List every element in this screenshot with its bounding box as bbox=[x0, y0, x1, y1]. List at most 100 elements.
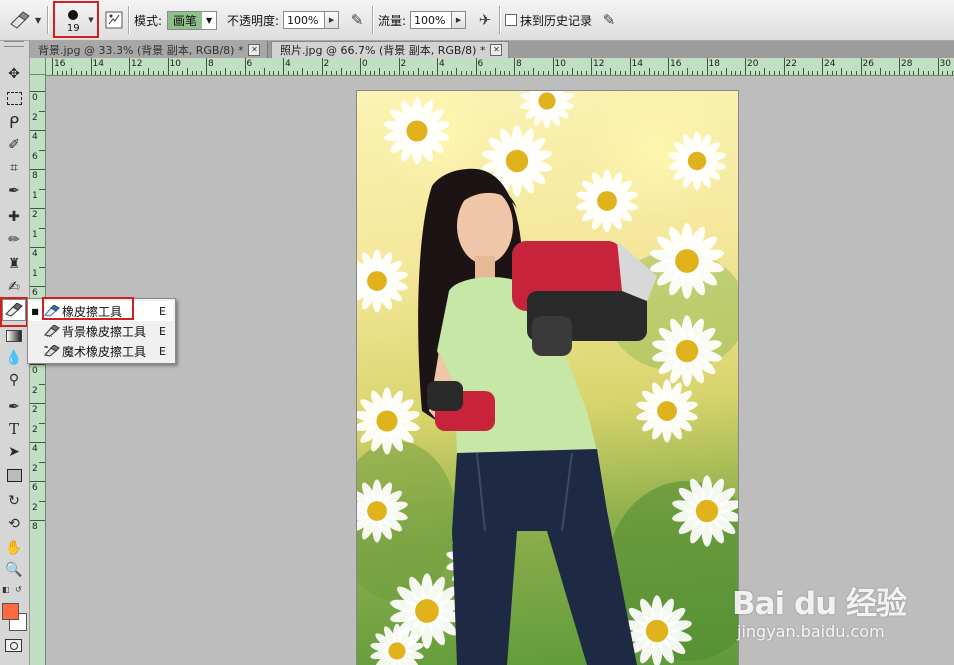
zoom-tool[interactable]: 🔍 bbox=[2, 559, 26, 581]
erase-history-checkbox[interactable] bbox=[505, 14, 517, 26]
ruler-number: 22 bbox=[785, 59, 797, 69]
ruler-number: 2 bbox=[32, 210, 38, 220]
ruler-minor-tick bbox=[403, 71, 405, 75]
mode-select[interactable]: 画笔 ▼ bbox=[167, 10, 218, 30]
ruler-minor-tick bbox=[523, 71, 525, 75]
quick-mask-button[interactable] bbox=[5, 639, 22, 652]
3d-orbit-tool[interactable]: ⟲ bbox=[2, 513, 26, 535]
ruler-tick bbox=[30, 442, 45, 443]
opacity-input[interactable]: 100% bbox=[283, 11, 326, 29]
ruler-minor-tick bbox=[432, 71, 434, 75]
close-icon[interactable]: ✕ bbox=[248, 43, 261, 56]
swap-colors-icon[interactable]: ↺ bbox=[15, 585, 22, 594]
canvas-image[interactable] bbox=[357, 91, 738, 665]
ruler-minor-tick bbox=[441, 71, 443, 75]
ruler-minor-tick bbox=[461, 71, 463, 75]
ruler-minor-tick bbox=[480, 71, 482, 75]
hand-tool[interactable]: ✋ bbox=[2, 537, 26, 559]
foreground-color-swatch[interactable] bbox=[2, 603, 19, 620]
ruler-tick bbox=[39, 188, 45, 190]
menu-item-eraser-tool[interactable]: ■ 橡皮擦工具 E bbox=[28, 301, 173, 321]
ruler-minor-tick bbox=[311, 71, 313, 75]
ruler-major-tick bbox=[552, 58, 554, 75]
opacity-slider-toggle[interactable]: ▶ bbox=[325, 11, 340, 29]
magic-eraser-icon bbox=[42, 345, 62, 357]
ruler-minor-tick bbox=[138, 71, 140, 75]
ruler-major-tick bbox=[321, 58, 323, 75]
lasso-icon: ᑭ bbox=[8, 112, 20, 132]
ruler-origin[interactable] bbox=[30, 58, 46, 75]
ruler-minor-tick bbox=[153, 71, 155, 75]
close-icon[interactable]: ✕ bbox=[490, 44, 503, 56]
ruler-number: 12 bbox=[131, 59, 143, 69]
airbrush-button[interactable]: ✈ bbox=[474, 0, 496, 40]
ruler-horizontal[interactable]: 16 14 12 10 8 6 4 2 0 2 4 6 8 10 12 14 16 18 20 22 24 26 28 30 bbox=[46, 58, 954, 76]
healing-brush-tool[interactable]: ✚ bbox=[2, 206, 26, 228]
ruler-tick bbox=[30, 247, 45, 248]
blur-tool[interactable]: 💧 bbox=[2, 347, 26, 369]
gradient-tool[interactable] bbox=[2, 325, 26, 347]
ruler-minor-tick bbox=[379, 68, 381, 75]
quick-mask-icon bbox=[9, 641, 18, 650]
ruler-minor-tick bbox=[687, 68, 689, 75]
ruler-minor-tick bbox=[76, 71, 78, 75]
brush-tool[interactable]: ✏ bbox=[2, 229, 26, 251]
tab-document-1[interactable]: 背景.jpg @ 33.3% (背景 副本, RGB/8) * ✕ bbox=[30, 41, 268, 58]
ruler-number: 4 bbox=[32, 249, 38, 259]
ruler-number: 2 bbox=[400, 59, 407, 69]
ruler-vertical[interactable]: 02468121416182022242628 bbox=[30, 75, 46, 665]
default-colors-icon[interactable]: ◧ bbox=[2, 585, 10, 594]
crop-tool[interactable]: ⌗ bbox=[2, 157, 26, 179]
bandage-icon: ✚ bbox=[8, 209, 20, 225]
ruler-major-tick bbox=[745, 58, 746, 75]
ruler-number: 2 bbox=[32, 463, 38, 474]
ruler-minor-tick bbox=[191, 71, 193, 75]
flow-slider-toggle[interactable]: ▶ bbox=[452, 11, 467, 29]
ruler-minor-tick bbox=[119, 71, 121, 75]
ruler-major-tick bbox=[398, 58, 400, 75]
type-tool[interactable]: T bbox=[2, 418, 26, 440]
crop-icon: ⌗ bbox=[10, 160, 18, 176]
opacity-label: 不透明度: bbox=[227, 13, 280, 28]
tool-preset-picker[interactable]: ▼ bbox=[8, 0, 41, 40]
type-icon: T bbox=[8, 420, 19, 438]
move-tool[interactable]: ✥ bbox=[2, 63, 26, 85]
path-selection-tool[interactable]: ➤ bbox=[2, 441, 26, 463]
tab-document-2[interactable]: 照片.jpg @ 66.7% (背景 副本, RGB/8) * ✕ bbox=[271, 41, 509, 58]
ruler-minor-tick bbox=[648, 68, 650, 75]
mode-value: 画笔 bbox=[168, 11, 203, 29]
3d-rotate-tool[interactable]: ↻ bbox=[2, 490, 26, 512]
toolbox-grip[interactable] bbox=[4, 41, 24, 47]
clone-stamp-tool[interactable]: ♜ bbox=[2, 253, 26, 275]
ruler-minor-tick bbox=[850, 71, 852, 75]
menu-item-magic-eraser-tool[interactable]: 魔术橡皮擦工具 E bbox=[28, 341, 173, 361]
pen-tool[interactable]: ✒ bbox=[2, 396, 26, 418]
quick-selection-tool[interactable]: ✐ bbox=[2, 134, 26, 156]
marquee-tool[interactable] bbox=[2, 87, 26, 109]
flow-input[interactable]: 100% bbox=[410, 11, 453, 29]
ruler-major-tick bbox=[899, 58, 900, 75]
menu-item-background-eraser-tool[interactable]: 背景橡皮擦工具 E bbox=[28, 321, 173, 341]
menu-item-label: 背景橡皮擦工具 bbox=[62, 324, 147, 339]
pen-pressure-size-icon: ✎ bbox=[602, 11, 616, 29]
ruler-number: 1 bbox=[32, 190, 38, 201]
ruler-minor-tick bbox=[316, 71, 318, 75]
ruler-minor-tick bbox=[427, 71, 429, 75]
ruler-minor-tick bbox=[576, 71, 578, 75]
quick-selection-icon: ✐ bbox=[8, 137, 20, 153]
ruler-minor-tick bbox=[807, 71, 809, 75]
shape-tool[interactable] bbox=[2, 464, 26, 486]
brush-preset-picker[interactable]: 19 ▼ bbox=[55, 0, 97, 40]
eyedropper-tool[interactable]: ✒ bbox=[2, 180, 26, 202]
ruler-minor-tick bbox=[879, 68, 881, 75]
dodge-tool[interactable]: ⚲ bbox=[2, 369, 26, 391]
brush-panel-toggle[interactable] bbox=[104, 0, 124, 40]
eraser-tool[interactable] bbox=[2, 299, 26, 321]
erase-history-label: 抹到历史记录 bbox=[520, 13, 593, 28]
ruler-minor-tick bbox=[913, 71, 915, 75]
pen-pressure-size-button[interactable]: ✎ bbox=[598, 0, 620, 40]
pen-pressure-opacity-button[interactable]: ✎ bbox=[346, 0, 368, 40]
history-brush-tool[interactable]: ✍ bbox=[2, 276, 26, 298]
ruler-number: 6 bbox=[32, 151, 38, 162]
lasso-tool[interactable]: ᑭ bbox=[2, 111, 26, 133]
